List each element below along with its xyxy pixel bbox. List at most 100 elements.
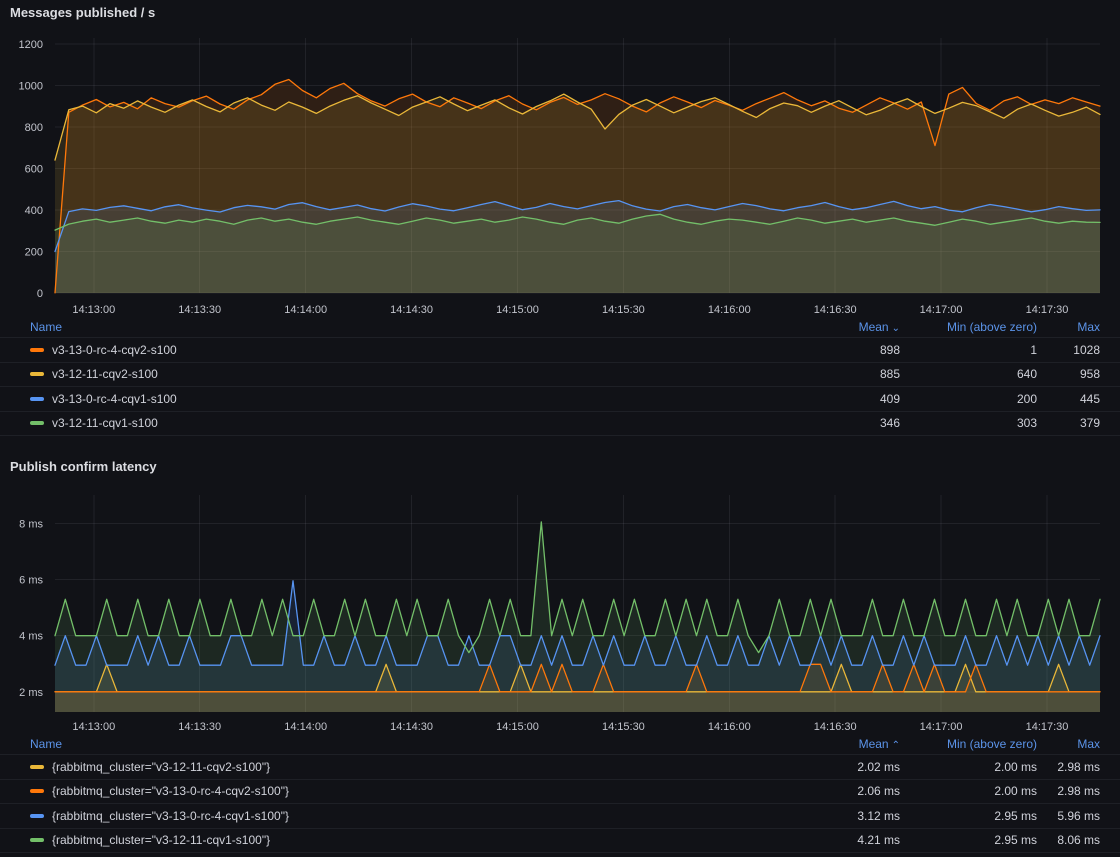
x-axis-tick-label: 14:17:00 [920, 304, 963, 316]
x-axis-tick-label: 14:16:00 [708, 304, 751, 316]
max-value: 2.98 ms [1037, 760, 1100, 774]
series-color-swatch[interactable] [30, 765, 44, 769]
x-axis-tick-label: 14:17:00 [920, 721, 963, 733]
y-axis-tick-label: 4 ms [19, 631, 43, 643]
series-label: {rabbitmq_cluster="v3-12-11-cqv2-s100"} [52, 760, 270, 774]
x-axis-tick-label: 14:15:30 [602, 721, 645, 733]
max-value: 5.96 ms [1037, 809, 1100, 823]
legend-series-name[interactable]: v3-12-11-cqv2-s100 [30, 367, 770, 381]
legend-header-min[interactable]: Min (above zero) [900, 320, 1037, 334]
y-axis-tick-label: 800 [25, 122, 43, 134]
mean-value: 346 [770, 416, 900, 430]
min-value: 1 [900, 343, 1037, 357]
mean-value: 3.12 ms [770, 809, 900, 823]
legend-header-mean[interactable]: Mean⌃ [770, 737, 900, 751]
x-axis-tick-label: 14:13:00 [72, 721, 115, 733]
panel-title-publish-confirm-latency[interactable]: Publish confirm latency [10, 459, 157, 474]
min-value: 303 [900, 416, 1037, 430]
series-label: v3-12-11-cqv1-s100 [52, 416, 158, 430]
legend-series-name[interactable]: {rabbitmq_cluster="v3-12-11-cqv1-s100"} [30, 833, 770, 847]
series-label: v3-13-0-rc-4-cqv1-s100 [52, 392, 177, 406]
series-color-swatch[interactable] [30, 348, 44, 352]
max-value: 8.06 ms [1037, 833, 1100, 847]
mean-value: 898 [770, 343, 900, 357]
legend-header-name[interactable]: Name [30, 737, 770, 751]
legend-row: {rabbitmq_cluster="v3-12-11-cqv1-s100"} … [0, 829, 1120, 854]
legend-series-name[interactable]: {rabbitmq_cluster="v3-12-11-cqv2-s100"} [30, 760, 770, 774]
series-area [55, 214, 1100, 293]
x-axis-tick-label: 14:13:00 [72, 304, 115, 316]
max-value: 445 [1037, 392, 1100, 406]
x-axis-tick-label: 14:16:30 [814, 721, 857, 733]
min-value: 2.95 ms [900, 809, 1037, 823]
series-color-swatch[interactable] [30, 397, 44, 401]
legend-series-name[interactable]: v3-13-0-rc-4-cqv2-s100 [30, 343, 770, 357]
x-axis-tick-label: 14:15:00 [496, 721, 539, 733]
sort-ascending-icon: ⌃ [892, 740, 900, 751]
max-value: 379 [1037, 416, 1100, 430]
legend-row: v3-13-0-rc-4-cqv1-s100 409 200 445 [0, 387, 1120, 412]
series-label: v3-12-11-cqv2-s100 [52, 367, 158, 381]
mean-header-label: Mean [859, 320, 889, 334]
series-label: v3-13-0-rc-4-cqv2-s100 [52, 343, 177, 357]
legend-row: {rabbitmq_cluster="v3-13-0-rc-4-cqv1-s10… [0, 804, 1120, 829]
time-series-chart-publish-confirm-latency[interactable]: 2 ms4 ms6 ms8 ms14:13:0014:13:3014:14:00… [0, 480, 1120, 735]
x-axis-tick-label: 14:14:00 [284, 721, 327, 733]
x-axis-tick-label: 14:15:00 [496, 304, 539, 316]
y-axis-tick-label: 1000 [19, 80, 43, 92]
series-label: {rabbitmq_cluster="v3-12-11-cqv1-s100"} [52, 833, 270, 847]
time-series-chart-messages-published[interactable]: 02004006008001000120014:13:0014:13:3014:… [0, 30, 1120, 320]
min-value: 640 [900, 367, 1037, 381]
y-axis-tick-label: 6 ms [19, 575, 43, 587]
x-axis-tick-label: 14:14:00 [284, 304, 327, 316]
series-label: {rabbitmq_cluster="v3-13-0-rc-4-cqv1-s10… [52, 809, 289, 823]
legend-row: v3-12-11-cqv2-s100 885 640 958 [0, 363, 1120, 388]
legend-row: v3-13-0-rc-4-cqv2-s100 898 1 1028 [0, 338, 1120, 363]
y-axis-tick-label: 2 ms [19, 687, 43, 699]
mean-value: 2.02 ms [770, 760, 900, 774]
y-axis-tick-label: 0 [37, 288, 43, 300]
min-value: 2.00 ms [900, 784, 1037, 798]
x-axis-tick-label: 14:14:30 [390, 721, 433, 733]
max-value: 2.98 ms [1037, 784, 1100, 798]
panel-title-messages-published[interactable]: Messages published / s [10, 5, 155, 20]
max-value: 1028 [1037, 343, 1100, 357]
series-color-swatch[interactable] [30, 838, 44, 842]
x-axis-tick-label: 14:17:30 [1026, 721, 1069, 733]
legend-header-row: Name Mean⌄ Min (above zero) Max [0, 316, 1120, 338]
legend-row: v3-12-11-cqv1-s100 346 303 379 [0, 412, 1120, 437]
legend-header-max[interactable]: Max [1037, 737, 1100, 751]
legend-header-min[interactable]: Min (above zero) [900, 737, 1037, 751]
mean-value: 4.21 ms [770, 833, 900, 847]
legend-series-name[interactable]: {rabbitmq_cluster="v3-13-0-rc-4-cqv2-s10… [30, 784, 770, 798]
y-axis-tick-label: 600 [25, 163, 43, 175]
x-axis-tick-label: 14:16:00 [708, 721, 751, 733]
mean-value: 2.06 ms [770, 784, 900, 798]
x-axis-tick-label: 14:16:30 [814, 304, 857, 316]
legend-table-messages-published: Name Mean⌄ Min (above zero) Max v3-13-0-… [0, 316, 1120, 436]
mean-value: 885 [770, 367, 900, 381]
legend-header-mean[interactable]: Mean⌄ [770, 320, 900, 334]
mean-header-label: Mean [859, 737, 889, 751]
series-color-swatch[interactable] [30, 789, 44, 793]
mean-value: 409 [770, 392, 900, 406]
legend-header-name[interactable]: Name [30, 320, 770, 334]
series-label: {rabbitmq_cluster="v3-13-0-rc-4-cqv2-s10… [52, 784, 289, 798]
min-value: 2.00 ms [900, 760, 1037, 774]
legend-series-name[interactable]: v3-12-11-cqv1-s100 [30, 416, 770, 430]
min-value: 200 [900, 392, 1037, 406]
series-color-swatch[interactable] [30, 814, 44, 818]
y-axis-tick-label: 400 [25, 205, 43, 217]
sort-descending-icon: ⌄ [892, 323, 900, 334]
y-axis-tick-label: 1200 [19, 39, 43, 51]
x-axis-tick-label: 14:13:30 [178, 721, 221, 733]
x-axis-tick-label: 14:13:30 [178, 304, 221, 316]
legend-series-name[interactable]: v3-13-0-rc-4-cqv1-s100 [30, 392, 770, 406]
legend-row: {rabbitmq_cluster="v3-13-0-rc-4-cqv2-s10… [0, 780, 1120, 805]
series-color-swatch[interactable] [30, 421, 44, 425]
series-color-swatch[interactable] [30, 372, 44, 376]
legend-header-row: Name Mean⌃ Min (above zero) Max [0, 733, 1120, 755]
x-axis-tick-label: 14:15:30 [602, 304, 645, 316]
legend-header-max[interactable]: Max [1037, 320, 1100, 334]
legend-series-name[interactable]: {rabbitmq_cluster="v3-13-0-rc-4-cqv1-s10… [30, 809, 770, 823]
